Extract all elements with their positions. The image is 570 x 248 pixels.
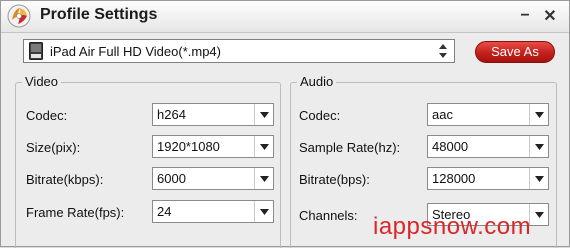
video-settings-group: Video Codec: h264 Size(pix): 1920*1080 B… [15,74,281,248]
video-bitrate-value: 6000 [157,171,186,186]
mp4-file-icon [29,42,43,60]
chevron-down-icon[interactable] [254,104,273,125]
audio-bitrate-label: Bitrate(bps): [299,172,370,187]
audio-bitrate-value: 128000 [432,171,476,186]
audio-channels-label: Channels: [299,208,358,223]
audio-samplerate-label: Sample Rate(hz): [299,140,401,155]
minimize-button[interactable]: − [516,7,534,25]
audio-group-title: Audio [297,74,337,89]
audio-samplerate-select[interactable]: 48000 [427,135,549,158]
video-framerate-select[interactable]: 24 [152,200,274,223]
video-framerate-label: Frame Rate(fps): [26,205,125,220]
up-down-arrows-icon [439,44,447,58]
chevron-down-icon[interactable] [529,104,548,125]
video-codec-select[interactable]: h264 [152,103,274,126]
chevron-down-icon[interactable] [529,136,548,157]
video-codec-label: Codec: [26,108,68,123]
close-button[interactable]: ✕ [541,7,559,25]
audio-codec-select[interactable]: aac [427,103,549,126]
video-group-title: Video [22,74,62,89]
audio-codec-label: Codec: [299,108,341,123]
chevron-down-icon[interactable] [529,204,548,225]
title-bar: Profile Settings − ✕ [1,1,569,33]
profile-settings-dialog: Profile Settings − ✕ iPad Air Full HD Vi… [0,0,570,248]
chevron-down-icon[interactable] [529,168,548,189]
window-title: Profile Settings [40,6,158,23]
chevron-down-icon[interactable] [254,136,273,157]
video-bitrate-label: Bitrate(kbps): [26,172,104,187]
video-size-value: 1920*1080 [157,139,220,154]
profile-dropdown[interactable]: iPad Air Full HD Video(*.mp4) [23,39,455,63]
chevron-down-icon[interactable] [254,168,273,189]
audio-codec-value: aac [432,107,453,122]
video-size-select[interactable]: 1920*1080 [152,135,274,158]
video-bitrate-select[interactable]: 6000 [152,167,274,190]
video-framerate-value: 24 [157,204,172,219]
save-as-button[interactable]: Save As [475,41,555,63]
app-logo-icon [7,4,31,28]
profile-selected-value: iPad Air Full HD Video(*.mp4) [50,44,221,59]
video-size-label: Size(pix): [26,140,81,155]
video-codec-value: h264 [157,107,186,122]
audio-samplerate-value: 48000 [432,139,469,154]
watermark-text: iappsnow.com [373,213,532,240]
audio-bitrate-select[interactable]: 128000 [427,167,549,190]
chevron-down-icon[interactable] [254,201,273,222]
